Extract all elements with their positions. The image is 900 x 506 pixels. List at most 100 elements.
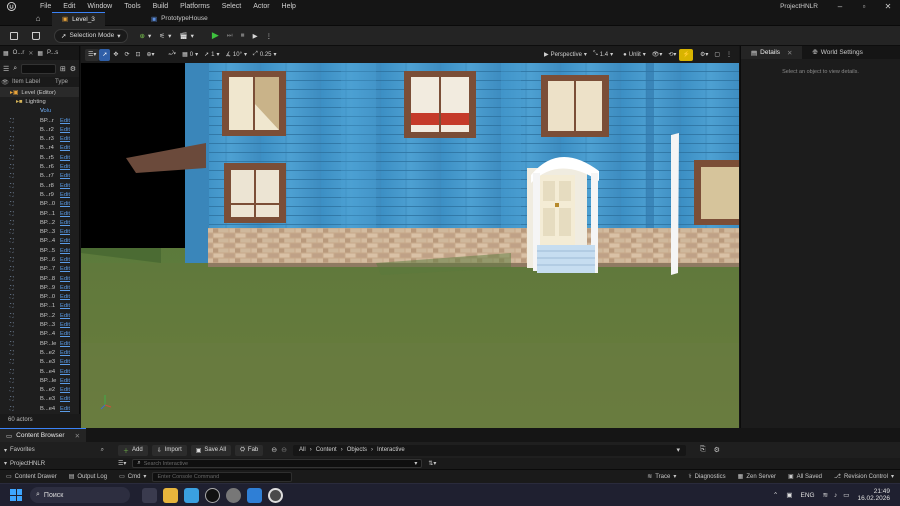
- play-button[interactable]: ▶: [208, 29, 223, 43]
- menu-edit[interactable]: Edit: [63, 3, 75, 10]
- outliner-row-type[interactable]: Edit: [60, 145, 70, 151]
- outliner-row-type[interactable]: Edit: [60, 266, 70, 272]
- performance-warning-icon[interactable]: ⚡: [679, 48, 693, 61]
- outliner-row[interactable]: ⛶ BP...0 Edit: [0, 293, 79, 302]
- wifi-icon[interactable]: ≋: [823, 491, 828, 499]
- angle-snap-button[interactable]: ∡ 10° ▾: [223, 49, 250, 61]
- outliner-row[interactable]: ⛶ B...e2 Edit: [0, 386, 79, 395]
- outliner-row[interactable]: ⛶ BP...5 Edit: [0, 246, 79, 255]
- outliner-row-type[interactable]: Edit: [60, 238, 70, 244]
- clock[interactable]: 21:49 16.02.2026: [857, 488, 890, 502]
- column-type[interactable]: Type: [55, 79, 68, 85]
- search-icon[interactable]: ⌕: [101, 447, 104, 454]
- lighting-mode-dropdown[interactable]: ● Unlit ▾: [620, 49, 649, 61]
- file-explorer-icon[interactable]: [163, 487, 178, 503]
- level-row[interactable]: ▸▣ Level (Editor): [0, 88, 79, 98]
- outliner-row-type[interactable]: Edit: [60, 341, 70, 347]
- project-folder-row[interactable]: ▾ ProjectHNLR: [0, 460, 110, 468]
- outliner-row-type[interactable]: Edit: [60, 276, 70, 282]
- minimize-button[interactable]: –: [828, 2, 852, 11]
- outliner-row-type[interactable]: Edit: [60, 155, 70, 161]
- app-circle-icon[interactable]: [226, 487, 241, 503]
- outliner-row[interactable]: ⛶ B...r5 Edit: [0, 153, 79, 162]
- scale-snap-button[interactable]: ⤢ 0.25 ▾: [250, 49, 280, 61]
- select-tool-icon[interactable]: ➚: [99, 48, 111, 61]
- outliner-row[interactable]: ⛶ BP...8 Edit: [0, 274, 79, 283]
- home-icon[interactable]: ⌂: [30, 14, 46, 23]
- outliner-row[interactable]: ⛶ B...e3 Edit: [0, 395, 79, 404]
- stop-button[interactable]: ■: [237, 29, 249, 43]
- view-options-icon[interactable]: ⇅▾: [428, 460, 436, 467]
- tab-content-browser[interactable]: ▭ Content Browser ✕: [0, 428, 87, 442]
- close-icon[interactable]: ✕: [75, 432, 80, 440]
- filter-icon[interactable]: ☰: [3, 65, 9, 73]
- add-filter-icon[interactable]: ⊞: [60, 65, 66, 73]
- close-icon[interactable]: ✕: [28, 50, 33, 57]
- viewport-menu-button[interactable]: ☰▾: [85, 48, 100, 61]
- close-button[interactable]: ✕: [876, 2, 900, 11]
- outliner-row[interactable]: ⛶ B...r2 Edit: [0, 125, 79, 134]
- outliner-row[interactable]: ⛶ BP...4 Edit: [0, 330, 79, 339]
- close-icon[interactable]: ✕: [787, 49, 792, 57]
- maximize-button[interactable]: ▫: [852, 2, 876, 11]
- column-item-label[interactable]: Item Label: [10, 79, 55, 85]
- tab-properties[interactable]: P...s: [47, 50, 58, 56]
- diagnostics-button[interactable]: ⚕ Diagnostics: [682, 470, 731, 484]
- tab-details[interactable]: ▤ Details ✕: [741, 46, 803, 59]
- blueprint-menu-button[interactable]: ⚟ ▾: [155, 29, 175, 43]
- save-icon[interactable]: [6, 29, 22, 43]
- zen-server-button[interactable]: ▦ Zen Server: [732, 470, 782, 484]
- cmd-dropdown[interactable]: ▭ Cmd ▾: [113, 470, 152, 484]
- outliner-search-input[interactable]: [21, 63, 56, 74]
- maximize-viewport-icon[interactable]: ▢: [711, 49, 723, 61]
- outliner-row[interactable]: ⛶ BP...le Edit: [0, 339, 79, 348]
- history-back-icon[interactable]: ⊖: [271, 446, 277, 454]
- tab-level-3[interactable]: ▣ Level_3: [52, 11, 105, 26]
- outliner-row-type[interactable]: Edit: [60, 406, 70, 412]
- settings-icon[interactable]: ⚙: [70, 65, 76, 73]
- outliner-row-type[interactable]: Edit: [60, 136, 70, 142]
- content-search-input[interactable]: ⌕ Search Interactive ▾: [132, 459, 423, 468]
- source-control-icon[interactable]: ⎘: [700, 446, 706, 454]
- outliner-row[interactable]: ⛶ BP...7 Edit: [0, 265, 79, 274]
- outliner-row-type[interactable]: Edit: [60, 396, 70, 402]
- unreal-logo-icon[interactable]: [4, 0, 18, 12]
- outliner-row[interactable]: ⛶ BP...r Edit: [0, 116, 79, 125]
- outliner-row-type[interactable]: Edit: [60, 350, 70, 356]
- realtime-dropdown[interactable]: ⟲▾: [665, 49, 679, 61]
- history-forward-icon[interactable]: ⊖: [281, 446, 287, 454]
- outliner-row-type[interactable]: Edit: [60, 387, 70, 393]
- breadcrumb-interactive[interactable]: Interactive: [377, 447, 405, 453]
- outliner-row[interactable]: ⛶ B...e3 Edit: [0, 358, 79, 367]
- outliner-row[interactable]: ⛶ BP...0 Edit: [0, 200, 79, 209]
- outliner-row-type[interactable]: Edit: [60, 229, 70, 235]
- lang-indicator[interactable]: ENG: [801, 492, 815, 499]
- outliner-row-type[interactable]: Edit: [60, 303, 70, 309]
- menu-tools[interactable]: Tools: [124, 3, 140, 10]
- menu-file[interactable]: File: [40, 3, 51, 10]
- more-options-icon[interactable]: ⋮: [262, 29, 277, 43]
- store-icon[interactable]: [184, 487, 199, 503]
- surface-snap-button[interactable]: ⤾▾: [166, 49, 180, 61]
- level-viewport[interactable]: [81, 63, 739, 428]
- outliner-row-type[interactable]: Edit: [60, 118, 70, 124]
- volume-row[interactable]: V...e Volu: [0, 107, 79, 116]
- chrome-icon[interactable]: [268, 487, 283, 503]
- outliner-row-type[interactable]: Edit: [60, 313, 70, 319]
- outliner-row[interactable]: ⛶ BP...1 Edit: [0, 302, 79, 311]
- outliner-row[interactable]: ⛶ B...r9 Edit: [0, 190, 79, 199]
- outliner-row[interactable]: ⛶ BP...6 Edit: [0, 255, 79, 264]
- tray-chevron-icon[interactable]: ⌃: [773, 491, 778, 499]
- outliner-row-type[interactable]: Edit: [60, 201, 70, 207]
- outliner-row[interactable]: ⛶ B...r8 Edit: [0, 181, 79, 190]
- battery-icon[interactable]: ▭: [843, 491, 849, 499]
- outliner-row[interactable]: ⛶ BP...3 Edit: [0, 227, 79, 236]
- breadcrumb-all[interactable]: All: [299, 447, 306, 453]
- outliner-row[interactable]: ⛶ B...r7 Edit: [0, 172, 79, 181]
- outliner-row-type[interactable]: Edit: [60, 294, 70, 300]
- settings-icon[interactable]: ⚙: [714, 446, 720, 454]
- selection-mode-dropdown[interactable]: ➚ Selection Mode ▾: [54, 28, 128, 43]
- outliner-row-type[interactable]: Edit: [60, 220, 70, 226]
- chevron-down-icon[interactable]: ▾: [677, 446, 681, 454]
- outliner-row-type[interactable]: Edit: [60, 359, 70, 365]
